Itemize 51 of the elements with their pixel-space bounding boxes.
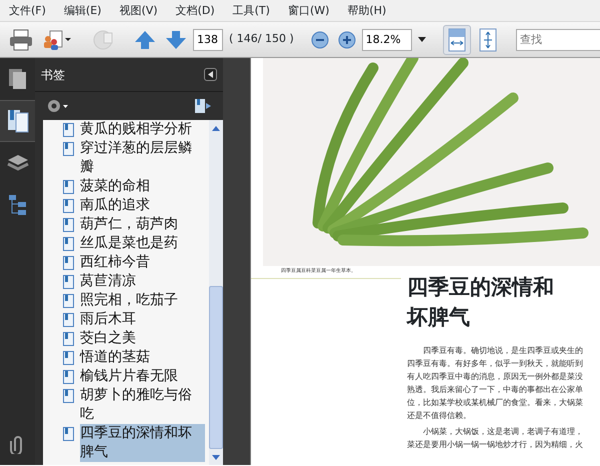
- body-paragraph: 四季豆有毒。确切地说，是生四季豆或夹生的四季豆有毒。有好多年，似乎一到秋天，就能听到有人吃四季豆中毒的消息，原因无一例外都是菜没熟透。我后来留心了一下，中毒的事都出在公家单位，比如某学校或某机械厂的食堂。看来，大锅菜还是不值得信赖。: [407, 345, 584, 422]
- menu-item[interactable]: 窗口(W): [278, 0, 338, 21]
- bookmark-icon: [63, 389, 74, 403]
- bookmark-icon: [63, 351, 74, 365]
- fit-width-icon[interactable]: [442, 24, 471, 54]
- bookmark-icon: [63, 256, 74, 270]
- bookmark-item[interactable]: 南瓜的追求: [43, 196, 209, 215]
- bookmark-item[interactable]: 菠菜的命相: [43, 177, 209, 196]
- page-number-field[interactable]: 138: [193, 28, 223, 50]
- menu-item[interactable]: 工具(T): [224, 0, 279, 21]
- bookmark-item[interactable]: 茭白之美: [43, 329, 209, 348]
- bookmark-item[interactable]: 葫芦仁，葫芦肉: [43, 215, 209, 234]
- bookmark-icon: [63, 332, 74, 346]
- menu-item[interactable]: 视图(V): [110, 0, 167, 21]
- menu-item[interactable]: 文件(F): [0, 0, 55, 21]
- bookmark-icon: [63, 142, 74, 156]
- zoom-field[interactable]: 18.2%: [362, 28, 412, 50]
- collapse-arrow-icon: [208, 71, 213, 78]
- panel-title: 书签: [41, 66, 65, 84]
- scroll-down-icon[interactable]: [212, 454, 220, 460]
- bookmark-item[interactable]: 丝瓜是菜也是药: [43, 234, 209, 253]
- menu-item[interactable]: 帮助(H): [338, 0, 396, 21]
- bookmark-icon: [63, 370, 74, 384]
- bookmark-item[interactable]: 照完相，吃茄子: [43, 291, 209, 310]
- page-count: ( 146/ 150 ): [229, 31, 294, 48]
- bookmark-icon: [63, 427, 74, 441]
- bookmark-item[interactable]: 黄瓜的贱相学分析: [43, 120, 209, 139]
- bookmark-icon: [63, 199, 74, 213]
- bookmark-icon: [63, 218, 74, 232]
- bookmarks-icon[interactable]: [0, 100, 35, 142]
- bookmark-icon: [63, 313, 74, 327]
- bookmark-icon: [63, 180, 74, 194]
- body-paragraph: 小锅菜，大锅饭，这是老调，老调子有道理，菜还是要用小锅一锅一锅地炒才行，因为精细，火: [407, 426, 584, 451]
- bookmark-icon: [63, 294, 74, 308]
- bookmark-item[interactable]: 西红柿今昔: [43, 253, 209, 272]
- bookmark-icon: [63, 123, 74, 137]
- bookmark-icon: [63, 237, 74, 251]
- bookmark-item[interactable]: 榆钱片片春无限: [43, 367, 209, 386]
- collapse-panel-button[interactable]: [204, 68, 217, 81]
- scroll-up-icon[interactable]: [212, 126, 220, 130]
- search-field[interactable]: 查找: [516, 28, 600, 50]
- bookmark-item[interactable]: 悟道的茎菇: [43, 348, 209, 367]
- bookmark-item[interactable]: 莴苣清凉: [43, 272, 209, 291]
- bookmark-item[interactable]: 胡萝卜的雅吃与俗吃: [43, 386, 209, 424]
- menu-item[interactable]: 编辑(E): [54, 0, 110, 21]
- scrollbar[interactable]: [209, 120, 223, 465]
- bookmark-item[interactable]: 雨后木耳: [43, 310, 209, 329]
- bookmark-icon: [63, 275, 74, 289]
- chapter-title: 四季豆的深情和坏脾气: [407, 273, 555, 331]
- bookmark-item[interactable]: 穿过洋葱的层层鳞瓣: [43, 139, 209, 177]
- menu-item[interactable]: 文档(D): [166, 0, 224, 21]
